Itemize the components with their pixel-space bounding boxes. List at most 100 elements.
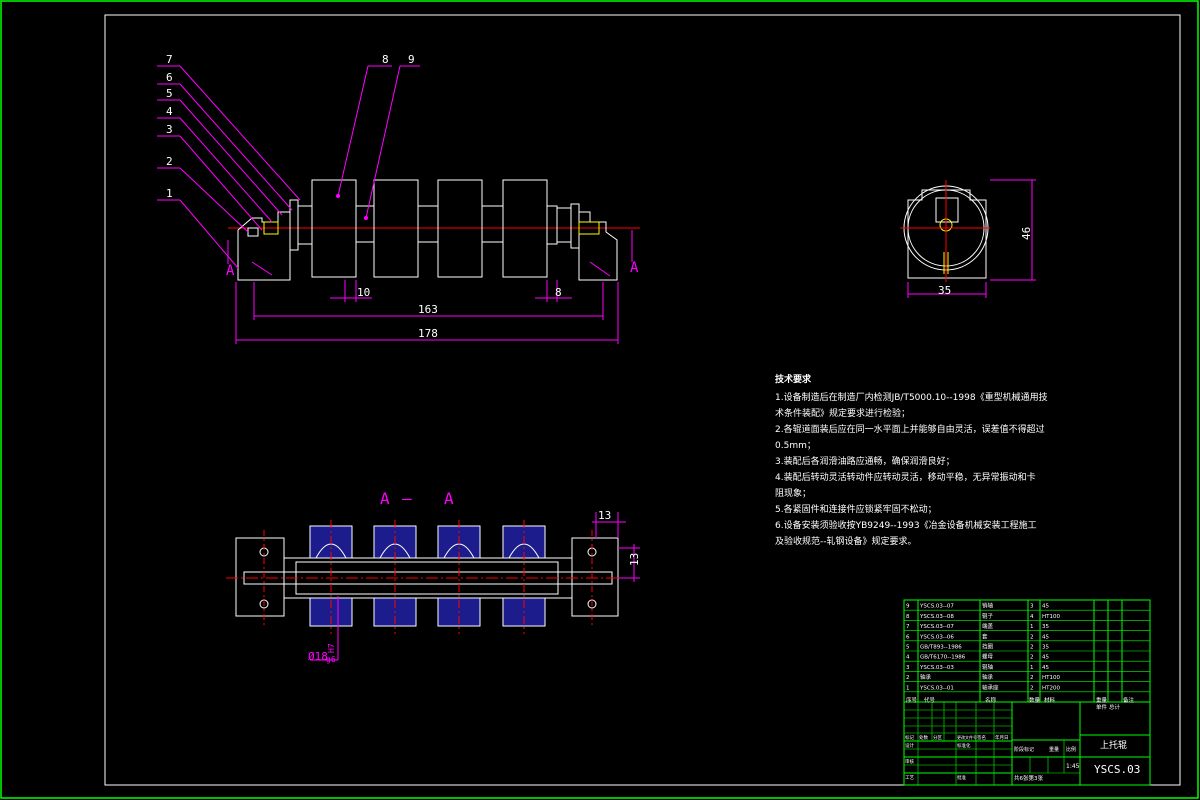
tech-note-line: 1.设备制造后在制造厂内检测JB/T5000.10--1998《重型机械通用技 bbox=[775, 393, 1048, 403]
parts-cell-material: HT100 bbox=[1042, 614, 1060, 620]
tb-change-doc: 更改文件号 bbox=[957, 734, 977, 740]
section-title: A — A bbox=[380, 489, 454, 508]
tb-weight: 重量 bbox=[1049, 746, 1059, 753]
parts-header-note: 备注 bbox=[1123, 696, 1135, 704]
parts-cell-no: 4 bbox=[906, 655, 910, 661]
parts-cell-code: YSCS.03--06 bbox=[919, 634, 954, 640]
side-view bbox=[900, 180, 990, 282]
parts-cell-qty: 2 bbox=[1030, 655, 1034, 661]
dim-8: 8 bbox=[555, 286, 562, 299]
dim-13-top: 13 bbox=[598, 509, 611, 522]
parts-cell-name: 轴承座 bbox=[982, 683, 999, 691]
dim-46: 46 bbox=[1020, 227, 1033, 240]
tb-review: 审核 bbox=[905, 758, 914, 765]
parts-list: 9 YSCS.03--07 销轴 3 458 YSCS.03--08 辊子 4 HT1007 YS… bbox=[906, 602, 1135, 711]
label-part-8: 8 bbox=[382, 53, 389, 66]
front-dimension-texts: 10 8 163 178 bbox=[357, 286, 562, 340]
drawing-name: 上托辊 bbox=[1100, 739, 1127, 751]
label-part-7: 7 bbox=[166, 53, 173, 66]
tech-note-line: 阻现象； bbox=[775, 489, 812, 499]
drawing-code: YSCS.03 bbox=[1094, 763, 1140, 776]
parts-cell-material: 45 bbox=[1042, 655, 1049, 661]
label-part-6: 6 bbox=[166, 71, 173, 84]
tb-count: 处数 bbox=[919, 734, 928, 741]
parts-cell-name: 轴承 bbox=[982, 673, 994, 681]
parts-cell-material: 45 bbox=[1042, 604, 1049, 610]
dim-fit-upper: H7 bbox=[327, 643, 336, 653]
parts-cell-code: YSCS.03--08 bbox=[919, 614, 954, 620]
dim-178: 178 bbox=[418, 327, 438, 340]
tech-note-line: 6.设备安装须验收按YB9249--1993《冶金设备机械安装工程施工 bbox=[775, 521, 1037, 531]
parts-cell-material: 45 bbox=[1042, 665, 1049, 671]
parts-header-unit: 单件 bbox=[1096, 703, 1108, 711]
dim-35: 35 bbox=[938, 284, 951, 297]
section-marker-right: A bbox=[630, 260, 639, 276]
parts-header-no: 序号 bbox=[906, 696, 918, 704]
tech-note-line: 0.5mm； bbox=[775, 441, 816, 451]
section-view bbox=[226, 520, 630, 634]
section-marker-left: A bbox=[226, 263, 235, 279]
parts-cell-code: GB/T893--1986 bbox=[920, 645, 962, 651]
section-title-right: A bbox=[444, 489, 454, 508]
tb-process: 工艺 bbox=[905, 775, 914, 781]
parts-cell-material: 35 bbox=[1042, 645, 1049, 651]
tb-ratio: 比例 bbox=[1066, 746, 1076, 753]
parts-cell-material: HT200 bbox=[1042, 685, 1060, 691]
parts-cell-no: 6 bbox=[906, 634, 910, 640]
parts-cell-qty: 2 bbox=[1030, 675, 1034, 681]
label-part-9: 9 bbox=[408, 53, 415, 66]
label-part-5: 5 bbox=[166, 87, 173, 100]
parts-cell-no: 5 bbox=[906, 645, 910, 651]
parts-cell-code: YSCS.03--07 bbox=[919, 604, 954, 610]
tech-note-line: 5.各紧固件和连接件应锁紧牢固不松动； bbox=[775, 505, 937, 515]
tb-stage-mark: 阶段标记 bbox=[1014, 746, 1034, 753]
tech-note-line: 3.装配后各润滑油路应通畅，确保润滑良好； bbox=[775, 457, 955, 467]
dim-163: 163 bbox=[418, 303, 438, 316]
parts-cell-code: YSCS.03--01 bbox=[919, 685, 954, 691]
parts-header-qty: 数量 bbox=[1029, 696, 1041, 704]
parts-cell-name: 销轴 bbox=[982, 602, 994, 610]
tb-approve: 批准 bbox=[957, 774, 966, 781]
dim-fit-lower: g6 bbox=[326, 655, 336, 664]
parts-cell-no: 1 bbox=[906, 685, 910, 691]
tech-note-line: 术条件装配》规定要求进行检验； bbox=[775, 409, 911, 419]
parts-cell-qty: 1 bbox=[1030, 624, 1034, 630]
tb-sign: 签名 bbox=[977, 734, 986, 741]
parts-cell-qty: 2 bbox=[1030, 645, 1034, 651]
parts-cell-code: GB/T6170--1986 bbox=[920, 655, 966, 661]
dim-10: 10 bbox=[357, 286, 370, 299]
tech-note-line: 2.各辊道面装后应在同一水平面上并能够自由灵活，误差值不得超过 bbox=[775, 425, 1045, 435]
tech-note-line: 及验收规范--轧钢设备》规定要求。 bbox=[775, 537, 917, 547]
parts-header-weight: 重量 bbox=[1096, 696, 1108, 704]
front-view: A A bbox=[226, 179, 640, 281]
parts-cell-qty: 2 bbox=[1030, 634, 1034, 640]
scale-value: 1:45 bbox=[1066, 763, 1080, 770]
parts-cell-material: 45 bbox=[1042, 634, 1049, 640]
tech-note-line: 4.装配后转动灵活转动件应转动灵活，移动平稳，无异常振动和卡 bbox=[775, 473, 1036, 483]
label-part-2: 2 bbox=[166, 155, 173, 168]
parts-header-material: 材料 bbox=[1044, 696, 1056, 704]
parts-cell-name: 挡圈 bbox=[982, 643, 994, 651]
parts-cell-no: 7 bbox=[906, 624, 910, 630]
label-part-1: 1 bbox=[166, 187, 173, 200]
parts-cell-qty: 3 bbox=[1030, 604, 1034, 610]
parts-cell-no: 2 bbox=[906, 675, 910, 681]
parts-cell-no: 9 bbox=[906, 604, 910, 610]
parts-cell-name: 套 bbox=[982, 632, 988, 640]
sheets-text: 共6张第3张 bbox=[1014, 774, 1043, 782]
tech-notes-title: 技术要求 bbox=[775, 375, 812, 385]
section-title-left: A bbox=[380, 489, 390, 508]
tb-mark: 标记 bbox=[905, 734, 914, 741]
dim-shaft-dia: Ø18 bbox=[308, 650, 328, 663]
tb-standard: 标准化 bbox=[957, 742, 971, 749]
parts-list-lines bbox=[904, 609, 1150, 693]
tb-design: 设计 bbox=[905, 742, 914, 749]
parts-cell-qty: 4 bbox=[1030, 614, 1034, 620]
tb-date: 年月日 bbox=[995, 734, 1009, 741]
parts-cell-name: 螺母 bbox=[982, 653, 994, 661]
parts-cell-code: 轴承 bbox=[920, 673, 932, 681]
parts-header-name: 名称 bbox=[985, 696, 997, 704]
parts-cell-qty: 1 bbox=[1030, 665, 1034, 671]
side-dimensions bbox=[907, 179, 1036, 298]
technical-requirements: 技术要求 1.设备制造后在制造厂内检测JB/T5000.10--1998《重型机… bbox=[775, 372, 1048, 550]
